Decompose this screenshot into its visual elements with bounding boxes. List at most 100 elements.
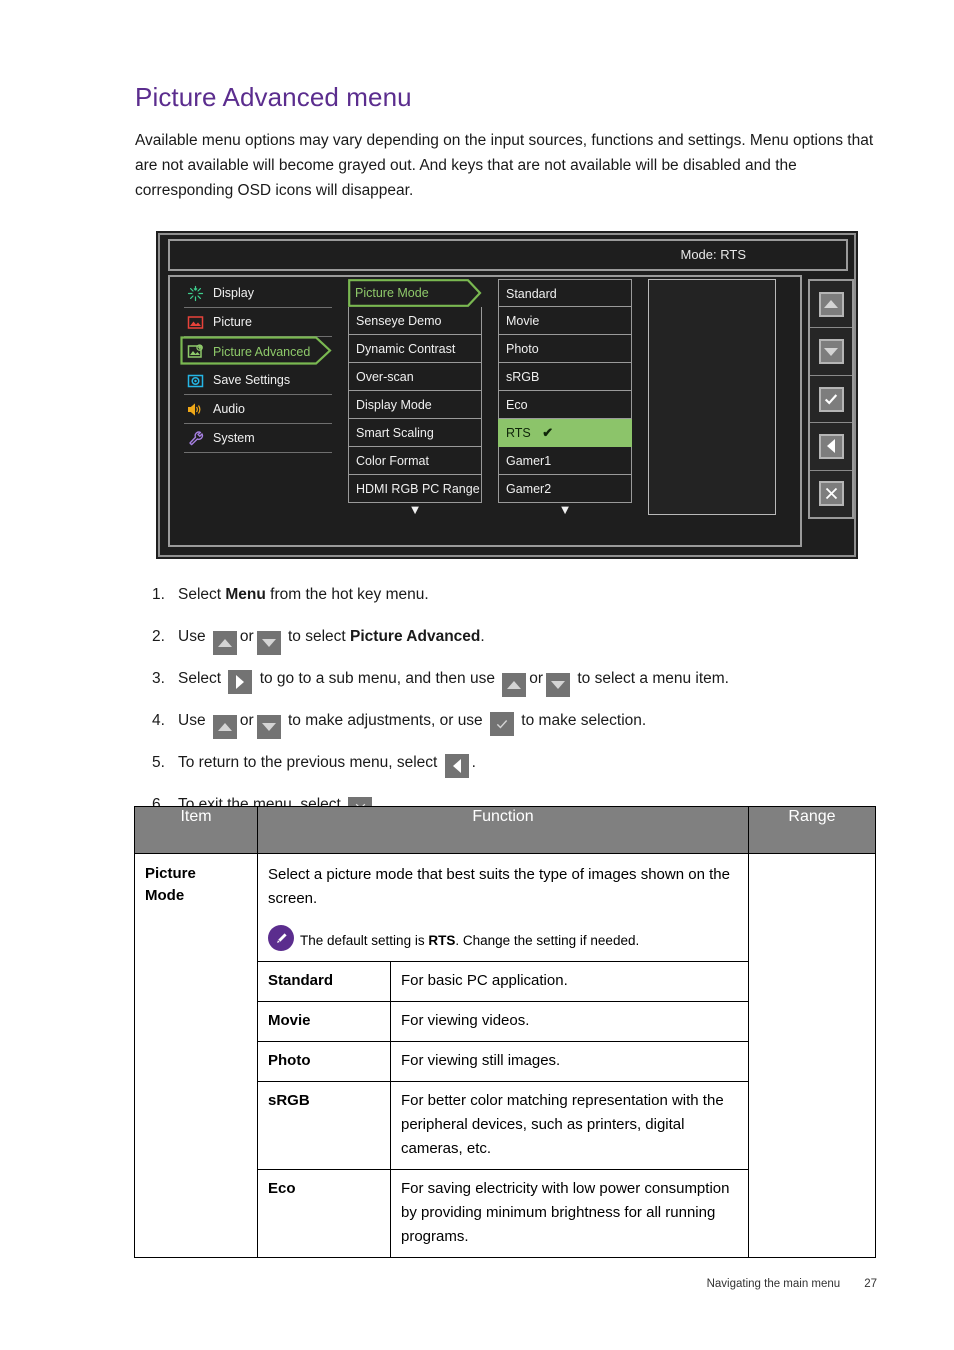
submenu-item-label: Over-scan xyxy=(356,370,414,384)
mode-name: sRGB xyxy=(258,1081,391,1170)
mode-name: Movie xyxy=(258,1001,391,1042)
step-4: 4. Use or to make adjustments, or use to… xyxy=(152,700,882,742)
sidebar-item-label: Picture xyxy=(213,315,252,329)
submenu-item-color-format[interactable]: Color Format xyxy=(348,447,482,475)
step-number: 3. xyxy=(152,670,165,687)
step-number: 4. xyxy=(152,712,165,729)
step-post: to make selection. xyxy=(517,712,647,729)
option-eco[interactable]: Eco xyxy=(498,391,632,419)
column-header-item: Item xyxy=(134,806,258,854)
sidebar-item-label: Save Settings xyxy=(213,373,291,387)
item-name-line2: Mode xyxy=(145,887,185,904)
option-label: Eco xyxy=(506,398,528,412)
option-label: Photo xyxy=(506,342,539,356)
right-key-icon[interactable] xyxy=(228,670,253,694)
submenu-item-label: Dynamic Contrast xyxy=(356,342,456,356)
osd-titlebar: Mode: RTS xyxy=(168,239,848,271)
option-gamer2[interactable]: Gamer2 xyxy=(498,475,632,503)
up-key-icon[interactable] xyxy=(502,673,527,697)
check-icon xyxy=(818,386,844,412)
mode-desc: For viewing still images. xyxy=(390,1041,748,1082)
option-label: RTS xyxy=(506,426,531,440)
osd-key-down[interactable] xyxy=(810,328,852,376)
submenu-item-dynamic-contrast[interactable]: Dynamic Contrast xyxy=(348,335,482,363)
intro-paragraph: Available menu options may vary dependin… xyxy=(135,132,874,199)
osd-key-exit[interactable] xyxy=(810,471,852,517)
table-row: Standard For basic PC application. xyxy=(258,962,748,1002)
mode-name: Eco xyxy=(258,1169,391,1257)
option-movie[interactable]: Movie xyxy=(498,307,632,335)
option-label: sRGB xyxy=(506,370,540,384)
step-pre: Select xyxy=(178,586,226,603)
step-post: . xyxy=(480,628,485,645)
down-key-icon[interactable] xyxy=(256,631,281,655)
step-text: Use or to make adjustments, or use to ma… xyxy=(178,700,882,742)
function-table: Item Function Range Picture Mode Select … xyxy=(134,806,876,1258)
instruction-steps: 1. Select Menu from the hot key menu. 2.… xyxy=(152,574,882,826)
submenu-item-senseye-demo[interactable]: Senseye Demo xyxy=(348,307,482,335)
option-srgb[interactable]: sRGB xyxy=(498,363,632,391)
note-text: The default setting is RTS. Change the s… xyxy=(300,931,639,951)
submenu-item-hdmi-rgb-pc-range[interactable]: HDMI RGB PC Range xyxy=(348,475,482,503)
mode-name: Standard xyxy=(258,962,391,1002)
table-row: Movie For viewing videos. xyxy=(258,1001,748,1042)
option-label: Movie xyxy=(506,314,540,328)
system-icon xyxy=(187,430,204,447)
up-key-icon[interactable] xyxy=(212,715,237,739)
submenu-item-label: Color Format xyxy=(356,454,429,468)
step-pre: Select xyxy=(178,670,226,687)
step-pre: To return to the previous menu, select xyxy=(178,754,442,771)
footer-page-number: 27 xyxy=(864,1278,877,1290)
osd-submenu-column: Picture Mode Senseye Demo Dynamic Contra… xyxy=(348,279,482,503)
sidebar-item-audio[interactable]: Audio xyxy=(184,395,332,424)
submenu-item-smart-scaling[interactable]: Smart Scaling xyxy=(348,419,482,447)
step-bold: Menu xyxy=(225,586,266,603)
step-number: 1. xyxy=(152,586,165,603)
option-photo[interactable]: Photo xyxy=(498,335,632,363)
triangle-left-icon xyxy=(818,433,844,459)
confirm-key-icon[interactable] xyxy=(490,712,514,736)
option-gamer1[interactable]: Gamer1 xyxy=(498,447,632,475)
osd-category-list: Display Picture Picture Advanced Save Se… xyxy=(180,279,332,453)
option-standard[interactable]: Standard xyxy=(498,279,632,307)
sidebar-item-display[interactable]: Display xyxy=(184,279,332,308)
sidebar-item-system[interactable]: System xyxy=(184,424,332,453)
submenu-item-over-scan[interactable]: Over-scan xyxy=(348,363,482,391)
sidebar-item-save-settings[interactable]: Save Settings xyxy=(184,366,332,395)
option-label: Standard xyxy=(506,287,557,301)
down-key-icon[interactable] xyxy=(256,715,281,739)
sidebar-item-label: System xyxy=(213,431,255,445)
sidebar-item-label: Picture Advanced xyxy=(213,344,311,359)
table-header-row: Item Function Range xyxy=(134,806,876,854)
osd-mode-label: Mode: RTS xyxy=(680,247,746,262)
osd-preview-panel xyxy=(648,279,776,515)
table-row: Photo For viewing still images. xyxy=(258,1041,748,1082)
submenu-item-display-mode[interactable]: Display Mode xyxy=(348,391,482,419)
page-title: Picture Advanced menu xyxy=(135,82,412,112)
osd-key-up[interactable] xyxy=(810,281,852,329)
back-key-icon[interactable] xyxy=(444,754,469,778)
options-scroll-down-icon[interactable]: ▼ xyxy=(498,503,632,516)
sidebar-item-label: Audio xyxy=(213,402,245,416)
submenu-scroll-down-icon[interactable]: ▼ xyxy=(348,503,482,516)
mode-name: Photo xyxy=(258,1041,391,1082)
sidebar-item-picture-advanced[interactable]: Picture Advanced xyxy=(180,336,332,366)
step-text: Select Menu from the hot key menu. xyxy=(178,574,882,616)
sidebar-item-picture[interactable]: Picture xyxy=(184,308,332,337)
function-intro-text: Select a picture mode that best suits th… xyxy=(268,866,730,907)
down-key-icon[interactable] xyxy=(546,673,571,697)
option-rts[interactable]: RTS ✔ xyxy=(498,419,632,447)
step-post: . xyxy=(471,754,476,771)
table-row: Picture Mode Select a picture mode that … xyxy=(134,853,876,1258)
table-head: Item Function Range xyxy=(134,806,876,854)
osd-key-back[interactable] xyxy=(810,423,852,471)
sidebar-item-label: Display xyxy=(213,286,254,300)
submenu-item-picture-mode[interactable]: Picture Mode xyxy=(348,279,482,307)
option-label: Gamer2 xyxy=(506,482,552,496)
osd-key-confirm[interactable] xyxy=(810,376,852,424)
function-intro-block: Select a picture mode that best suits th… xyxy=(258,854,748,962)
step-mid: to make adjustments, or use xyxy=(283,712,487,729)
submenu-item-label: Display Mode xyxy=(356,398,432,412)
up-key-icon[interactable] xyxy=(212,631,237,655)
submenu-item-label: Picture Mode xyxy=(355,286,429,300)
